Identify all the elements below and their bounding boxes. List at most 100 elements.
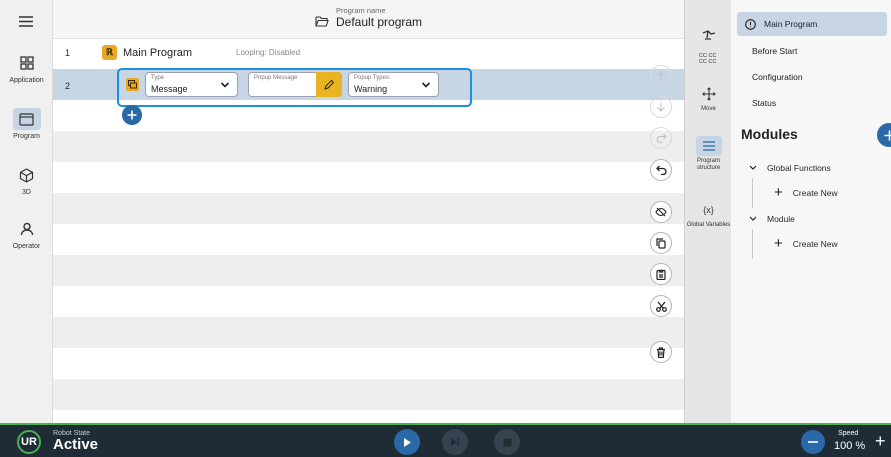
global-functions-header[interactable]: Global Functions [749,163,831,173]
right-panel: Main Program Before Start Configuration … [731,0,891,423]
global-functions-label: Global Functions [767,163,831,173]
tool-column: CC CC CC CC Move Program structure {x} Gl… [684,0,731,423]
step-forward-icon [451,438,459,446]
status-link[interactable]: Status [752,98,776,108]
arrow-up-icon [657,71,665,80]
suppress-button[interactable] [650,201,672,223]
move-arrows-icon [701,84,716,104]
nav-item-label: Application [9,77,44,84]
configuration-link[interactable]: Configuration [752,72,803,82]
nav-item-operator[interactable]: Operator [0,218,53,250]
robot-state[interactable]: Robot State Active [53,430,98,453]
before-start-link[interactable]: Before Start [752,46,797,56]
tree-line [752,178,753,208]
ur-logo-icon: UR [17,430,41,454]
tool-robot-arm[interactable] [685,25,732,47]
program-structure-icon [695,136,722,156]
copy-icon [656,237,666,249]
operator-person-icon [13,218,41,240]
tree-line [752,229,753,259]
nav-item-program[interactable]: Program [0,108,53,140]
nav-item-application[interactable]: Application [0,52,53,84]
move-up-button[interactable] [650,65,672,87]
global-variables-icon: {x} [703,204,714,215]
tool-global-variables[interactable]: {x} Global Variables [685,200,732,229]
program-name-value: Default program [336,15,423,29]
plus-icon [884,130,891,140]
create-new-module-button[interactable]: + Create New [774,235,838,252]
add-module-button[interactable] [877,123,891,147]
cc-cc-icon: CC CC CC CC [699,48,719,68]
tool-move[interactable]: Move [685,84,732,113]
robot-arm-icon [701,25,717,45]
svg-text:CC CC: CC CC [699,59,716,64]
speed-increase-button[interactable]: + [875,431,886,451]
move-down-button[interactable] [650,96,672,118]
stop-button[interactable] [494,429,520,455]
program-name[interactable]: Program name Default program [315,6,422,30]
undo-icon [655,165,667,175]
tool-label: Program structure [696,158,721,171]
main-program-label: Main Program [764,19,818,29]
plus-icon: + [774,235,783,252]
speed-label: Speed [838,430,859,437]
redo-icon [655,133,667,143]
play-button[interactable] [394,429,420,455]
redo-button[interactable] [650,127,672,149]
tool-program-structure[interactable]: Program structure [685,136,732,172]
main-program-title: Main Program [123,47,193,59]
create-new-label: Create New [792,187,838,198]
delete-button[interactable] [650,341,672,363]
program-name-label: Program name [336,6,386,15]
chevron-down-icon [749,165,757,170]
empty-row [53,379,684,410]
program-tree: 1 ℝ Main Program Looping: Disabled 2 Typ… [53,39,684,423]
robot-state-value: Active [53,436,99,453]
module-label: Module [767,214,795,224]
speed-decrease-button[interactable] [801,430,825,454]
scissors-icon [655,301,667,312]
add-node-button[interactable] [122,105,142,125]
folder-open-icon [315,16,329,27]
module-header[interactable]: Module [749,214,795,224]
step-button[interactable] [442,429,468,455]
plus-icon: + [774,184,783,201]
empty-row [53,193,684,224]
cut-button[interactable] [650,295,672,317]
tool-label: Global Variables [686,222,731,228]
empty-row [53,255,684,286]
program-row-main[interactable]: 1 ℝ Main Program Looping: Disabled [53,39,684,69]
copy-button[interactable] [650,232,672,254]
paste-button[interactable] [650,263,672,285]
nav-item-label: Program [13,133,40,140]
selected-node-frame [117,68,472,107]
plus-icon [127,110,137,120]
cube-3d-icon [13,164,41,186]
tool-label: Move [701,106,716,112]
stop-icon [503,438,511,446]
nav-item-label: 3D [22,189,31,196]
modules-title: Modules [741,126,798,142]
row-number: 2 [65,81,71,91]
nav-item-3d[interactable]: 3D [0,164,53,196]
empty-row [53,131,684,162]
row-number: 1 [65,48,71,58]
menu-icon[interactable] [14,12,38,30]
minus-icon [808,441,818,443]
program-icon [12,108,41,130]
chevron-down-icon [749,216,757,221]
left-nav: Application Program 3D Operator [0,0,53,423]
play-icon [404,437,411,447]
create-new-function-button[interactable]: + Create New [774,184,838,201]
tool-cc[interactable]: CC CC CC CC [685,48,732,70]
bottom-bar: UR Robot State Active Speed 100 % + [0,423,891,457]
nav-item-label: Operator [12,243,41,250]
looping-status: Looping: Disabled [236,48,301,57]
eye-off-icon [655,207,667,217]
speed-value: 100 % [834,440,866,452]
undo-button[interactable] [650,159,672,181]
trash-icon [657,346,665,358]
main-program-item[interactable]: Main Program [737,12,887,36]
application-grid-icon [13,52,41,74]
ur-program-icon: ℝ [102,45,117,60]
